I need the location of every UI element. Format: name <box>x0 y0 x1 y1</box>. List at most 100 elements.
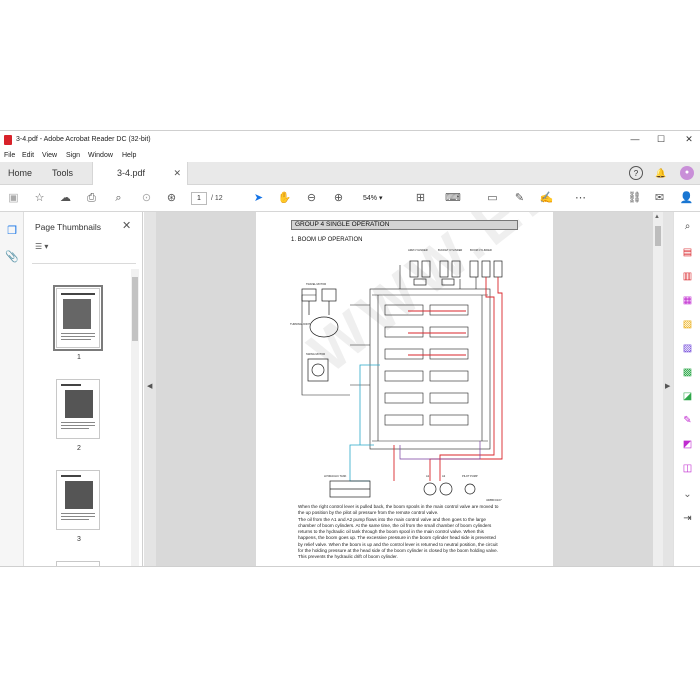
minimize-button[interactable]: — <box>628 134 642 146</box>
comment-icon[interactable]: ▭ <box>485 191 500 206</box>
avatar[interactable]: ● <box>680 166 694 180</box>
keyboard-icon[interactable]: ⌨ <box>445 191 461 206</box>
thumbnail-number-3: 3 <box>77 536 81 543</box>
thumbnail-scroll-thumb[interactable] <box>132 277 138 341</box>
title-bar: 3-4.pdf - Adobe Acrobat Reader DC (32-bi… <box>0 131 700 149</box>
thumbnail-scrollbar[interactable] <box>131 269 139 566</box>
comment-tool-icon[interactable]: ▧ <box>681 318 694 331</box>
label-pilot-pump: PILOT PUMP <box>462 474 478 478</box>
label-hyd-tank: HYDRAULIC TANK <box>324 474 347 478</box>
bookmark-star-icon[interactable]: ☆ <box>32 191 47 206</box>
page-thumbnail-4-partial[interactable] <box>56 561 100 566</box>
zoom-search-icon[interactable]: ⌕ <box>111 191 126 206</box>
page-thumbnails-panel: Page Thumbnails ✕ ☰ ▾ 1 2 3 <box>24 212 143 566</box>
menu-edit[interactable]: Edit <box>22 152 34 159</box>
menu-bar: File Edit View Sign Window Help <box>0 149 700 162</box>
zoom-level-value: 54% <box>363 195 378 202</box>
acrobat-logo-icon <box>4 135 12 145</box>
collapse-left-pane-button[interactable]: ◀ <box>144 212 156 566</box>
zoom-in-icon[interactable]: ⊕ <box>331 191 346 206</box>
label-pump-a2: A2 <box>442 474 446 478</box>
more-tools-icon[interactable]: ⋯ <box>573 191 588 206</box>
page-number-input[interactable]: 1 <box>191 192 207 205</box>
document-scroll-thumb[interactable] <box>655 226 661 246</box>
share-user-icon[interactable]: 👤 <box>679 191 694 206</box>
zoom-level-select[interactable]: 54% ▾ <box>355 192 397 205</box>
thumbnail-number-2: 2 <box>77 445 81 452</box>
panel-title: Page Thumbnails <box>35 222 101 232</box>
page-thumbnail-3[interactable] <box>56 470 100 530</box>
page-thumbnail-1[interactable] <box>53 285 103 351</box>
combine-files-icon[interactable]: ▨ <box>681 342 694 355</box>
search-zoom-icon[interactable]: ⌕ <box>681 220 694 233</box>
tab-bar: Home Tools 3-4.pdf ✕ ? 🔔 ● <box>0 162 700 185</box>
page-thumbnails-icon[interactable]: ❐ <box>5 224 19 238</box>
label-turning-joint: TURNING JOINT <box>290 322 310 326</box>
share-link-icon[interactable]: ⛓ <box>627 191 642 206</box>
attachments-paperclip-icon[interactable]: 📎 <box>5 250 19 264</box>
previous-page-icon[interactable]: ⊙ <box>139 191 154 206</box>
menu-view[interactable]: View <box>42 152 57 159</box>
thumbnail-options-menu[interactable]: ☰ ▾ <box>35 242 57 254</box>
create-pdf-icon[interactable]: ▥ <box>681 270 694 283</box>
close-panel-icon[interactable]: ✕ <box>122 219 131 232</box>
select-cursor-icon[interactable]: ➤ <box>251 191 266 206</box>
upload-cloud-icon[interactable]: ☁ <box>58 191 73 206</box>
menu-sign[interactable]: Sign <box>66 152 80 159</box>
tab-document[interactable]: 3-4.pdf ✕ <box>92 162 188 185</box>
body-line: happens, the boom goes up. The excessive… <box>298 535 496 541</box>
menu-file[interactable]: File <box>4 152 15 159</box>
page-thumbnail-2[interactable] <box>56 379 100 439</box>
maximize-button[interactable]: ☐ <box>654 134 668 146</box>
notifications-bell-icon[interactable]: 🔔 <box>654 166 668 180</box>
section-title: 1. BOOM UP OPERATION <box>291 237 363 243</box>
fill-sign-icon[interactable]: ✍ <box>539 191 554 206</box>
group-header: GROUP 4 SINGLE OPERATION <box>291 220 518 230</box>
scroll-up-icon[interactable]: ▲ <box>654 214 660 220</box>
body-line: This prevents the hydraulic drift of boo… <box>298 554 398 560</box>
label-pump-a1: A1 <box>426 474 430 478</box>
send-for-signature-icon[interactable]: ◫ <box>681 462 694 475</box>
document-scrollbar[interactable]: ▲ <box>653 212 663 566</box>
highlight-pen-icon[interactable]: ✎ <box>512 191 527 206</box>
save-icon[interactable]: ▣ <box>6 191 21 206</box>
label-arm-cyl: ARM CYLINDER <box>408 248 428 252</box>
collapse-right-pane-button[interactable]: ▶ <box>663 212 673 566</box>
chevron-right-icon: ▶ <box>665 383 671 390</box>
fit-page-icon[interactable]: ⊞ <box>413 191 428 206</box>
protect-icon[interactable]: ◩ <box>681 438 694 451</box>
scan-ocr-icon[interactable]: ◪ <box>681 390 694 403</box>
close-window-button[interactable]: ✕ <box>682 134 696 146</box>
left-navigation-rail: ❐ 📎 <box>0 212 24 566</box>
zoom-out-icon[interactable]: ⊖ <box>304 191 319 206</box>
help-icon[interactable]: ? <box>629 166 643 180</box>
export-pdf-icon[interactable]: ▤ <box>681 246 694 259</box>
body-line: The oil from the A1 and A2 pump flows in… <box>298 516 486 522</box>
tab-tools[interactable]: Tools <box>52 162 73 185</box>
collapse-tools-icon[interactable]: ⇥ <box>681 512 694 525</box>
tab-document-label: 3-4.pdf <box>117 168 146 178</box>
organize-pages-icon[interactable]: ▩ <box>681 366 694 379</box>
fill-sign-tool-icon[interactable]: ✎ <box>681 414 694 427</box>
main-toolbar: ▣ ☆ ☁ ⎙ ⌕ ⊙ ⊛ 1 / 12 ➤ ✋ ⊖ ⊕ 54% ▾ ⊞ ⌨ ▭… <box>0 185 700 212</box>
hand-tool-icon[interactable]: ✋ <box>277 191 292 206</box>
pdf-page: WWW.EPCATALOGS.COM GROUP 4 SINGLE OPERAT… <box>256 212 653 566</box>
label-swing-motor: SWING MOTOR <box>306 352 325 356</box>
close-tab-icon[interactable]: ✕ <box>173 168 181 179</box>
right-tools-rail: ⌕ ▤ ▥ ▦ ▧ ▨ ▩ ◪ ✎ ◩ ◫ ⌄ ⇥ <box>673 212 700 566</box>
menu-help[interactable]: Help <box>122 152 136 159</box>
edit-pdf-icon[interactable]: ▦ <box>681 294 694 307</box>
tab-home[interactable]: Home <box>8 162 32 185</box>
chevron-left-icon: ◀ <box>147 383 153 390</box>
label-boom-cyl: BOOM CYLINDER <box>470 248 492 252</box>
menu-window[interactable]: Window <box>88 152 113 159</box>
window-title: 3-4.pdf - Adobe Acrobat Reader DC (32-bi… <box>16 136 151 143</box>
email-icon[interactable]: ✉ <box>652 191 667 206</box>
label-travel-motor: TRAVEL MOTOR <box>306 282 326 286</box>
divider <box>32 263 136 264</box>
next-page-icon[interactable]: ⊛ <box>164 191 179 206</box>
more-tools-chevron-icon[interactable]: ⌄ <box>681 488 694 501</box>
print-icon[interactable]: ⎙ <box>84 191 99 206</box>
label-bucket-cyl: BUCKET CYLINDER <box>438 248 462 252</box>
document-viewport[interactable]: WWW.EPCATALOGS.COM GROUP 4 SINGLE OPERAT… <box>156 212 653 566</box>
